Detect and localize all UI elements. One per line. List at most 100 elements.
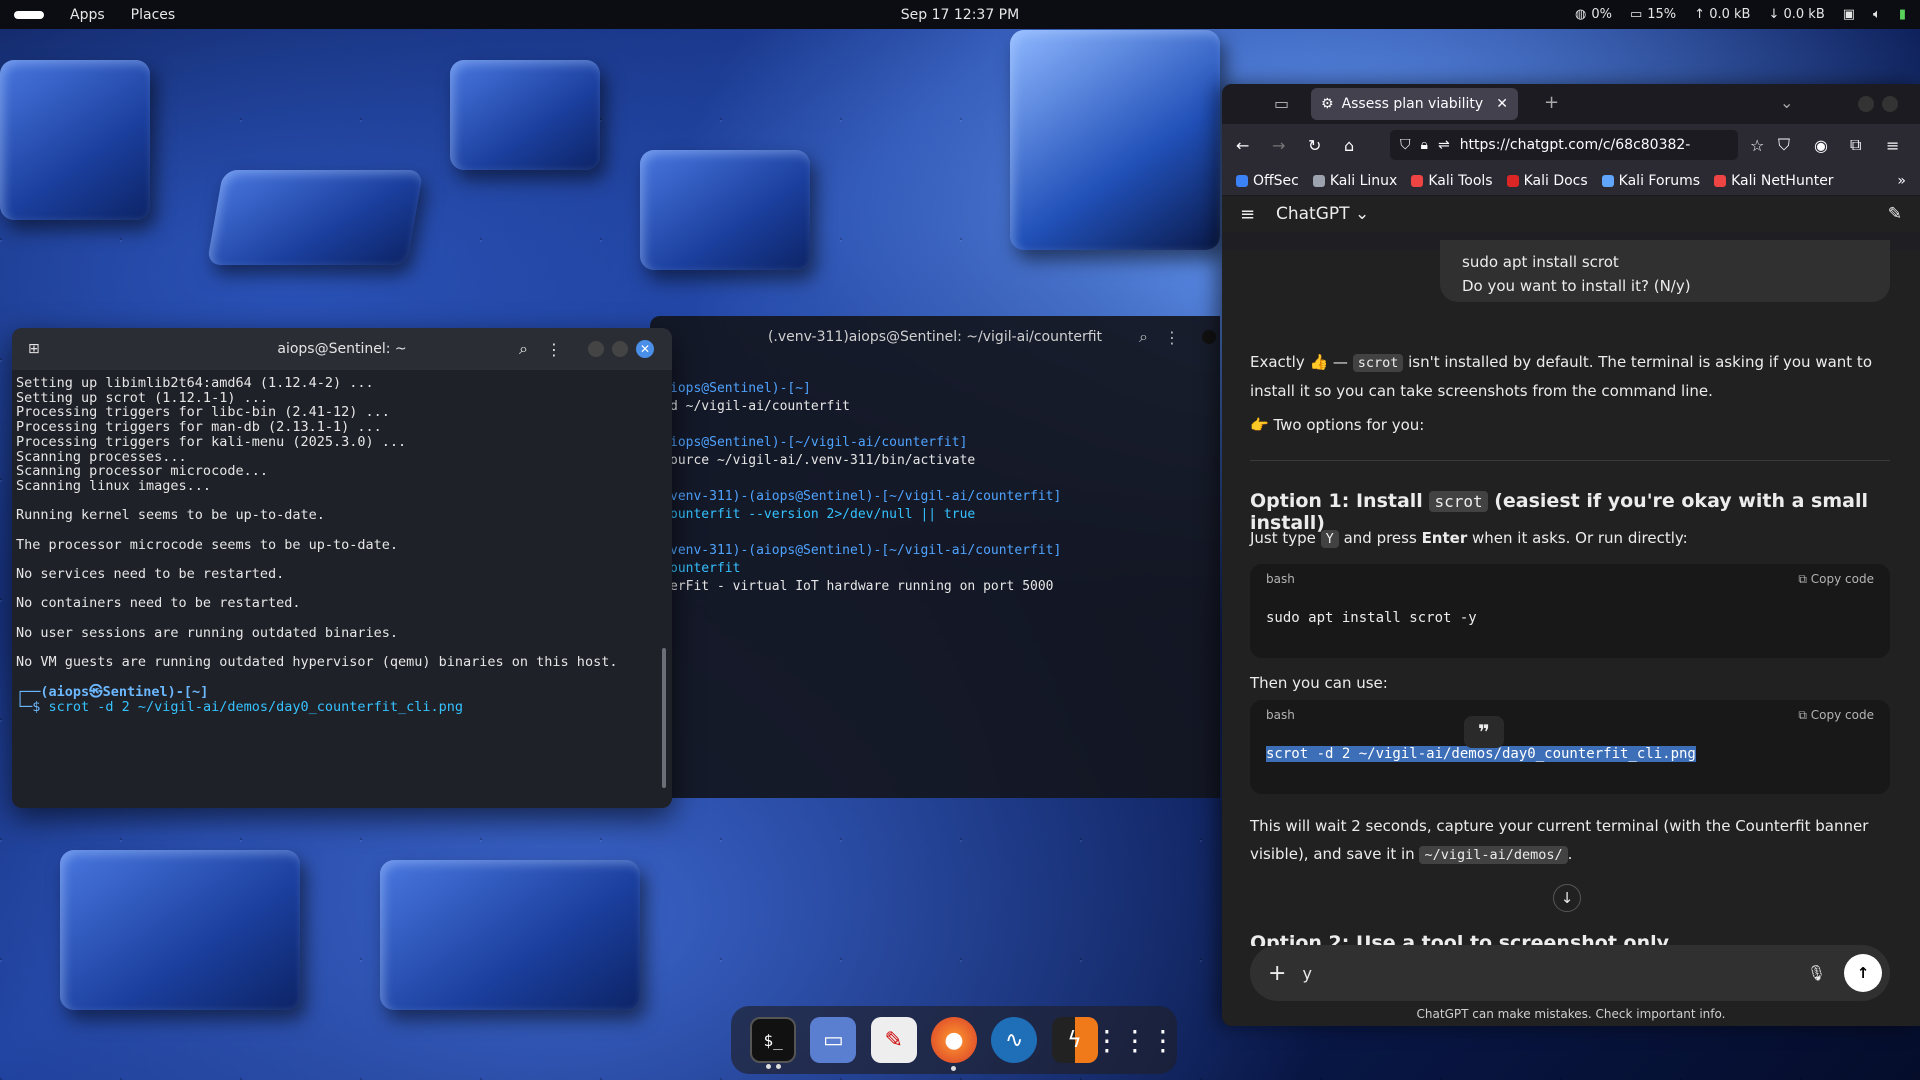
show-apps-icon[interactable]: ⋮⋮⋮	[1093, 1017, 1177, 1063]
cpu-icon: ◍	[1575, 7, 1587, 22]
new-tab-icon[interactable]: +	[1544, 92, 1559, 113]
bookmark-item[interactable]: Kali Tools	[1411, 173, 1493, 189]
terminal-app-icon[interactable]: $_	[750, 1017, 797, 1069]
cpu-indicator[interactable]: ◍ 0%	[1575, 7, 1612, 22]
text-editor-app-icon[interactable]: ✎	[870, 1017, 917, 1063]
clock[interactable]: Sep 17 12:37 PM	[901, 7, 1019, 23]
lock-icon[interactable]: 🔒︎	[1421, 137, 1428, 153]
dock: $_ ▭ ✎ ● ∿ ϟ ⋮⋮⋮	[731, 1006, 1177, 1074]
sidebar-toggle-icon[interactable]: ≡	[1240, 204, 1255, 225]
permissions-icon[interactable]: ⇌	[1438, 137, 1450, 153]
terminal-titlebar[interactable]: ⊞ aiops@Sentinel: ~ ⌕ ⋮ ✕	[12, 328, 672, 370]
search-icon[interactable]: ⌕	[519, 339, 528, 359]
output-line: erFit - virtual IoT hardware running on …	[670, 579, 1054, 594]
terminal-titlebar[interactable]: (.venv-311)aiops@Sentinel: ~/vigil-ai/co…	[650, 316, 1220, 358]
terminal-line: No services need to be restarted.	[16, 566, 285, 583]
minimize-button[interactable]	[1858, 96, 1874, 112]
send-button[interactable]: ↑	[1844, 954, 1882, 992]
navigation-bar: ← → ↻ ⌂ ⛉ 🔒︎ ⇌ https://chatgpt.com/c/68c…	[1222, 124, 1920, 166]
bookmark-item[interactable]: OffSec	[1236, 173, 1299, 189]
upload-indicator[interactable]: ↑ 0.0 kB	[1694, 7, 1750, 22]
tab-assess-plan[interactable]: ⚙ Assess plan viability ✕	[1311, 88, 1518, 120]
composer-input[interactable]: y	[1302, 964, 1807, 983]
menu-kebab-icon[interactable]: ⋮	[1164, 328, 1180, 347]
terminal-line: No VM guests are running outdated hyperv…	[16, 654, 618, 671]
bookmark-favicon-icon	[1312, 174, 1325, 187]
account-icon[interactable]: ◉	[1814, 136, 1828, 155]
files-app-icon[interactable]: ▭	[810, 1017, 857, 1063]
activities-button[interactable]	[14, 10, 44, 19]
terminal-window-counterfit[interactable]: (.venv-311)aiops@Sentinel: ~/vigil-ai/co…	[650, 316, 1220, 798]
scroll-down-icon[interactable]: ↓	[1553, 884, 1581, 912]
bookmark-item[interactable]: Kali Linux	[1312, 172, 1398, 189]
bookmark-label: Kali Linux	[1329, 172, 1398, 189]
maximize-button[interactable]	[1882, 96, 1898, 112]
chat-composer[interactable]: + y 🎙︎ ↑	[1250, 945, 1890, 1001]
forward-icon[interactable]: →	[1272, 136, 1285, 155]
pocket-icon[interactable]: ⛉	[1778, 135, 1790, 155]
chat-conversation[interactable]: sudo apt install scrot Do you want to in…	[1222, 240, 1920, 1026]
keyboard-icon[interactable]: ▣	[1843, 7, 1855, 22]
chat-header: ≡ ChatGPT ⌄ ✎	[1222, 196, 1920, 232]
bookmarks-overflow-icon[interactable]: »	[1897, 173, 1906, 189]
menu-kebab-icon[interactable]: ⋮	[546, 340, 562, 359]
search-icon[interactable]: ⌕	[1139, 327, 1148, 347]
code-text[interactable]: scrot -d 2 ~/vigil-ai/demos/day0_counter…	[1250, 730, 1890, 778]
wallpaper-cube	[60, 850, 300, 1010]
terminal-output[interactable]: iops@Sentinel)-[~] d ~/vigil-ai/counterf…	[650, 358, 1220, 614]
places-menu[interactable]: Places	[131, 7, 176, 23]
home-icon[interactable]: ⌂	[1344, 136, 1354, 155]
wireshark-app-icon[interactable]: ∿	[991, 1017, 1038, 1063]
assistant-paragraph: Then you can use:	[1250, 674, 1388, 692]
bookmark-favicon-icon	[1236, 174, 1248, 187]
user-message-line: Do you want to install it? (N/y)	[1462, 277, 1691, 295]
window-button[interactable]	[1202, 330, 1216, 344]
command-line: ounterfit	[670, 561, 741, 576]
extensions-icon[interactable]: ⧉	[1850, 135, 1861, 155]
firefox-window[interactable]: ▭ ⚙ Assess plan viability ✕ + ⌄ ← → ↻ ⌂ …	[1222, 84, 1920, 1026]
attach-plus-icon[interactable]: +	[1268, 961, 1286, 986]
firefox-app-icon[interactable]: ●	[930, 1017, 977, 1071]
close-tab-icon[interactable]: ✕	[1496, 96, 1508, 112]
url-bar[interactable]: ⛉ 🔒︎ ⇌ https://chatgpt.com/c/68c80382-	[1390, 130, 1738, 160]
volume-icon[interactable]: 🔈︎	[1873, 7, 1881, 22]
apps-menu[interactable]: Apps	[70, 7, 105, 23]
microphone-icon[interactable]: 🎙︎	[1807, 964, 1826, 982]
bookmark-item[interactable]: Kali NetHunter	[1714, 172, 1834, 189]
terminal-output[interactable]: Setting up libimlib2t64:amd64 (1.12.4-2)…	[12, 370, 672, 715]
reload-icon[interactable]: ↻	[1308, 136, 1321, 155]
prompt-line: iops@Sentinel)-[~/vigil-ai/counterfit]	[670, 435, 968, 450]
bookmark-item[interactable]: Kali Docs	[1506, 173, 1588, 189]
copy-code-button[interactable]: ⧉ Copy code	[1798, 572, 1874, 587]
download-indicator[interactable]: ↓ 0.0 kB	[1768, 7, 1824, 22]
bookmark-label: Kali Forums	[1618, 172, 1701, 189]
menu-hamburger-icon[interactable]: ≡	[1886, 136, 1899, 155]
bookmark-item[interactable]: Kali Forums	[1601, 172, 1701, 189]
new-chat-icon[interactable]: ✎	[1888, 204, 1902, 224]
battery-icon[interactable]: ▮	[1899, 7, 1906, 22]
tab-overview-icon[interactable]: ▭	[1274, 94, 1289, 113]
terminal-scrollbar[interactable]	[662, 648, 666, 788]
back-icon[interactable]: ←	[1236, 136, 1249, 155]
maximize-button[interactable]	[612, 341, 628, 357]
minimize-button[interactable]	[588, 341, 604, 357]
burpsuite-app-icon[interactable]: ϟ	[1051, 1017, 1098, 1063]
tracking-shield-icon[interactable]: ⛉	[1400, 137, 1411, 153]
user-message-line: sudo apt install scrot	[1462, 253, 1619, 271]
close-button[interactable]: ✕	[636, 340, 654, 358]
model-selector[interactable]: ChatGPT ⌄	[1276, 204, 1369, 224]
copy-code-button[interactable]: ⧉ Copy code	[1798, 708, 1874, 723]
new-tab-icon[interactable]: ⊞	[28, 341, 40, 357]
memory-indicator[interactable]: ▭ 15%	[1630, 7, 1676, 22]
bookmark-label: Kali NetHunter	[1731, 172, 1834, 189]
code-text[interactable]: sudo apt install scrot -y	[1250, 594, 1890, 642]
quote-icon[interactable]: ❞	[1464, 716, 1504, 748]
terminal-window-home[interactable]: ⊞ aiops@Sentinel: ~ ⌕ ⋮ ✕ Setting up lib…	[12, 328, 672, 808]
bookmark-star-icon[interactable]: ☆	[1750, 136, 1764, 155]
prompt-user: (aiops㉿Sentinel)-[~]	[40, 683, 209, 700]
terminal-title: aiops@Sentinel: ~	[277, 341, 407, 357]
list-tabs-icon[interactable]: ⌄	[1780, 93, 1793, 112]
